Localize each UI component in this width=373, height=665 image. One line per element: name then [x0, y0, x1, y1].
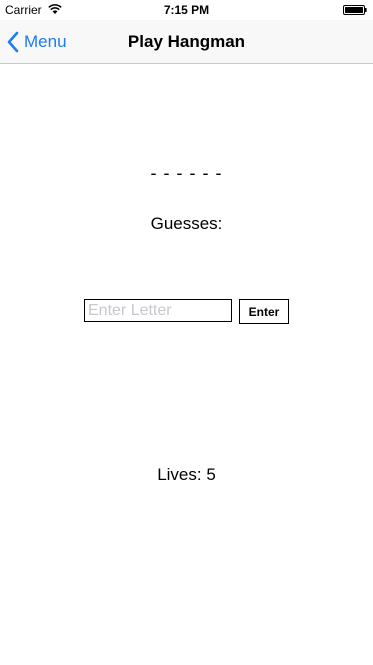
word-display: - - - - - - — [150, 163, 223, 183]
status-bar: Carrier 7:15 PM — [0, 0, 373, 20]
hangman-screen: Carrier 7:15 PM Menu Play Hangman - - - … — [0, 0, 373, 665]
lives-label: Lives: 5 — [157, 465, 216, 484]
enter-button[interactable]: Enter — [239, 299, 289, 324]
battery-icon — [343, 5, 367, 15]
guesses-label: Guesses: — [150, 214, 223, 233]
page-title: Play Hangman — [127, 32, 246, 51]
navigation-bar: Menu Play Hangman — [0, 20, 373, 64]
letter-input[interactable] — [84, 299, 232, 322]
status-time: 7:15 PM — [163, 3, 210, 17]
